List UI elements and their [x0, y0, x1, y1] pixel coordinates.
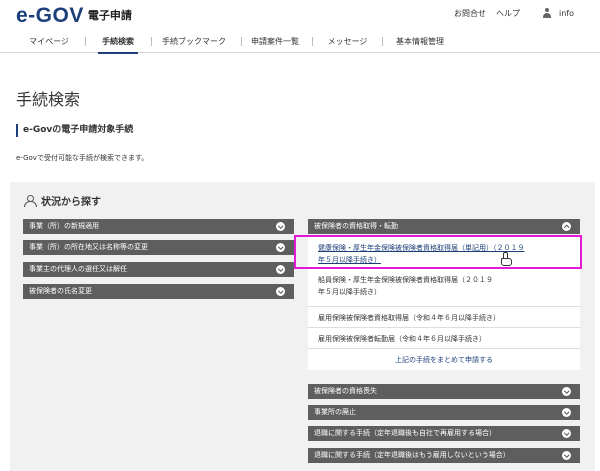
procedure-link[interactable]: 年５月以降手続き）: [318, 286, 570, 298]
nav-divider: [382, 37, 383, 46]
nav-basic-info[interactable]: 基本情報管理: [390, 30, 450, 53]
category-label: 退職に関する手続（定年退職後はもう雇用しないという場合）: [314, 451, 510, 459]
egov-logo[interactable]: e-GOV 電子申請: [16, 4, 132, 28]
category-qualification-loss[interactable]: 被保険者の資格喪失: [308, 384, 580, 399]
nav-bookmark[interactable]: 手続ブックマーク: [155, 30, 233, 53]
logo-text: e-GOV: [16, 4, 84, 27]
nav-divider: [241, 37, 242, 46]
user-icon: [542, 8, 552, 19]
category-new-application[interactable]: 事業（所）の新規適用: [23, 219, 294, 234]
procedure-link[interactable]: 船員保険・厚生年金保険被保険者資格取得届（２０１９: [318, 274, 570, 286]
procedure-link[interactable]: 雇用保険被保険者資格取得届（令和４年６月以降手続き）: [318, 312, 570, 324]
section-title: e-Govの電子申請対象手続: [16, 124, 133, 137]
panel-title: 状況から探す: [24, 193, 101, 208]
chevron-down-icon: [562, 387, 571, 396]
bulk-apply-label: 上記の手続をまとめて申請する: [395, 356, 493, 364]
logo-subtitle: 電子申請: [87, 9, 132, 22]
chevron-down-icon: [276, 222, 285, 231]
procedure-link[interactable]: 雇用保険被保険者転勤届（令和４年６月以降手続き）: [318, 333, 570, 345]
inquiry-link[interactable]: お問合せ: [454, 8, 486, 19]
category-agent-appointment[interactable]: 事業主の代理人の選任又は解任: [23, 262, 294, 277]
category-label: 被保険者の氏名変更: [29, 287, 92, 295]
category-label: 事業所の廃止: [314, 408, 356, 416]
procedure-link[interactable]: 健康保険・厚生年金保険被保険者資格取得届（単記用）（２０１９: [318, 242, 570, 254]
chevron-up-icon: [562, 222, 571, 231]
category-qualification-acquisition[interactable]: 被保険者の資格取得・転勤: [308, 219, 580, 234]
procedure-item-employment-acquisition[interactable]: 雇用保険被保険者資格取得届（令和４年６月以降手続き）: [308, 307, 580, 328]
nav-applications[interactable]: 申請案件一覧: [245, 30, 305, 53]
panel-title-text: 状況から探す: [41, 197, 101, 208]
page-title: 手続検索: [16, 90, 81, 109]
page-description: e-Govで受付可能な手続が検索できます。: [16, 154, 149, 162]
procedure-item-health-insurance[interactable]: 健康保険・厚生年金保険被保険者資格取得届（単記用）（２０１９ 年５月以降手続き）: [294, 235, 582, 269]
nav-divider: [85, 37, 86, 46]
category-name-change[interactable]: 被保険者の氏名変更: [23, 284, 294, 299]
header-links: お問合せ ヘルプ info: [444, 8, 574, 19]
category-retirement-no-rehire[interactable]: 退職に関する手続（定年退職後はもう雇用しないという場合）: [308, 448, 580, 463]
category-address-change[interactable]: 事業（所）の所在地又は名称等の変更: [23, 240, 294, 255]
main-nav: マイページ 手続検索 手続ブックマーク 申請案件一覧 メッセージ 基本情報管理: [0, 30, 600, 54]
nav-divider: [151, 37, 152, 46]
chevron-down-icon: [562, 451, 571, 460]
chevron-down-icon: [276, 287, 285, 296]
category-label: 被保険者の資格取得・転勤: [314, 222, 398, 230]
chevron-down-icon: [562, 408, 571, 417]
nav-divider: [312, 37, 313, 46]
nav-mypage[interactable]: マイページ: [20, 30, 78, 53]
procedure-list: 健康保険・厚生年金保険被保険者資格取得届（単記用）（２０１９ 年５月以降手続き）…: [294, 235, 582, 370]
category-retirement-rehire[interactable]: 退職に関する手続（定年退職後も自社で再雇用する場合）: [308, 426, 580, 441]
procedure-link[interactable]: 年５月以降手続き）: [318, 254, 570, 266]
procedure-item-employment-transfer[interactable]: 雇用保険被保険者転勤届（令和４年６月以降手続き）: [308, 328, 580, 349]
category-label: 事業（所）の所在地又は名称等の変更: [29, 243, 148, 251]
category-label: 退職に関する手続（定年退職後も自社で再雇用する場合）: [314, 429, 496, 437]
top-header: e-GOV 電子申請 お問合せ ヘルプ info: [0, 0, 600, 30]
category-label: 事業主の代理人の選任又は解任: [29, 265, 127, 273]
hand-cursor-icon: [501, 252, 512, 266]
category-office-closure[interactable]: 事業所の廃止: [308, 405, 580, 420]
category-label: 事業（所）の新規適用: [29, 222, 99, 230]
user-menu[interactable]: info: [542, 8, 574, 19]
nav-procedure-search[interactable]: 手続検索: [92, 30, 144, 54]
bulk-apply-button[interactable]: 上記の手続をまとめて申請する: [308, 349, 580, 370]
category-label: 被保険者の資格喪失: [314, 387, 377, 395]
person-icon: [24, 195, 37, 207]
chevron-down-icon: [276, 265, 285, 274]
help-link[interactable]: ヘルプ: [496, 8, 520, 19]
chevron-down-icon: [562, 429, 571, 438]
user-name: info: [558, 9, 574, 18]
procedure-item-seamen-insurance[interactable]: 船員保険・厚生年金保険被保険者資格取得届（２０１９ 年５月以降手続き）: [308, 269, 580, 307]
nav-messages[interactable]: メッセージ: [320, 30, 375, 53]
chevron-down-icon: [276, 243, 285, 252]
